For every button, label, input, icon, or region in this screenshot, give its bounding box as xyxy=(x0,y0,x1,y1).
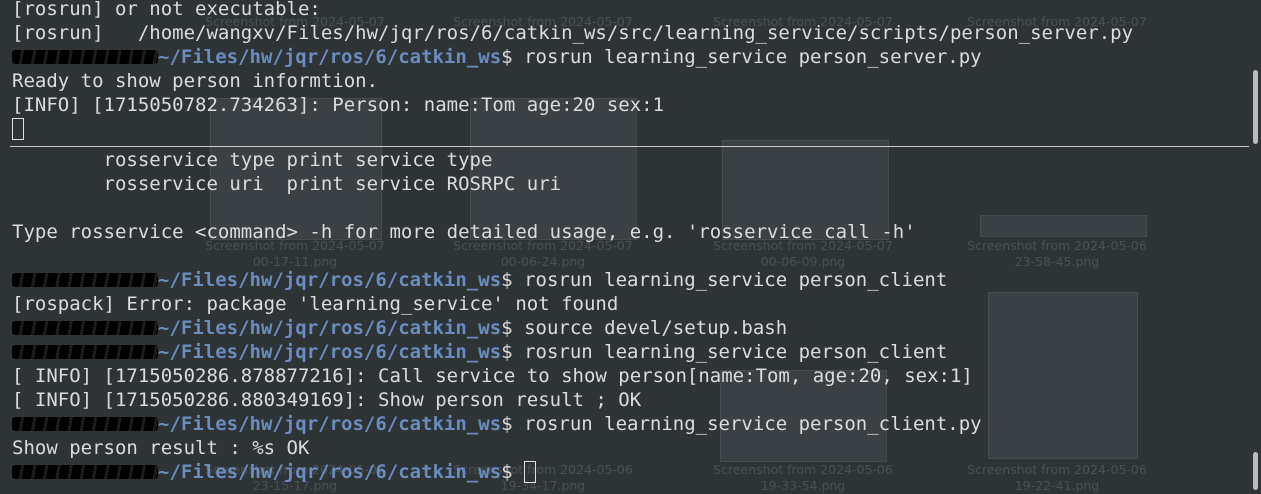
command-text: rosrun learning_service person_client xyxy=(524,341,948,363)
command-text: rosrun learning_service person_client.py xyxy=(524,413,982,435)
terminal-pane-bottom[interactable]: rosservice type print service type rosse… xyxy=(0,148,1249,493)
terminal-line: rosservice uri print service ROSRPC uri xyxy=(12,173,562,195)
text-cursor xyxy=(12,118,24,140)
redacted-username xyxy=(12,321,158,335)
terminal-line: [rosrun] /home/wangxv/Files/hw/jqr/ros/6… xyxy=(12,22,1134,44)
redacted-username xyxy=(12,465,158,479)
terminal-line: ~/Files/hw/jqr/ros/6/catkin_ws$ rosrun l… xyxy=(12,412,982,436)
terminal-line: Show person result : %s OK xyxy=(12,437,310,459)
terminal-line: [rospack] Error: package 'learning_servi… xyxy=(12,293,619,315)
terminal-line: [INFO] [1715050782.734263]: Person: name… xyxy=(12,94,665,116)
redacted-username xyxy=(12,417,158,431)
redacted-username xyxy=(12,50,158,64)
terminal-line: ~/Files/hw/jqr/ros/6/catkin_ws$ rosrun l… xyxy=(12,340,982,364)
terminal-line: Type rosservice <command> -h for more de… xyxy=(12,221,916,243)
prompt-symbol: $ xyxy=(501,269,525,291)
scrollbar-bottom-pane[interactable] xyxy=(1253,452,1258,490)
terminal-line: ~/Files/hw/jqr/ros/6/catkin_ws$ source d… xyxy=(12,316,982,340)
prompt-path: ~/Files/hw/jqr/ros/6/catkin_ws xyxy=(158,413,502,435)
terminal-line xyxy=(12,117,1133,141)
prompt-path: ~/Files/hw/jqr/ros/6/catkin_ws xyxy=(158,317,502,339)
prompt-symbol: $ xyxy=(501,46,525,68)
scrollbar-top-pane[interactable] xyxy=(1253,70,1258,144)
terminal-pane-top[interactable]: [rosrun] or not executable: [rosrun] /hom… xyxy=(0,0,1249,146)
prompt-path: ~/Files/hw/jqr/ros/6/catkin_ws xyxy=(158,269,502,291)
terminal-line: [rosrun] or not executable: xyxy=(12,0,321,20)
prompt-symbol: $ xyxy=(501,461,525,483)
terminal-line: Ready to show person informtion. xyxy=(12,70,379,92)
text-cursor xyxy=(524,461,537,483)
prompt-symbol: $ xyxy=(501,341,525,363)
prompt-symbol: $ xyxy=(501,317,525,339)
command-text: source devel/setup.bash xyxy=(524,317,788,339)
prompt-symbol: $ xyxy=(501,413,525,435)
command-text: rosrun learning_service person_server.py xyxy=(524,46,982,68)
terminal-output: [rosrun] or not executable: [rosrun] /hom… xyxy=(12,0,1133,141)
command-text: rosrun learning_service person_client xyxy=(524,269,948,291)
prompt-path: ~/Files/hw/jqr/ros/6/catkin_ws xyxy=(158,341,502,363)
terminal-output: rosservice type print service type rosse… xyxy=(12,148,982,484)
prompt-path: ~/Files/hw/jqr/ros/6/catkin_ws xyxy=(158,461,502,483)
terminal-line: ~/Files/hw/jqr/ros/6/catkin_ws$ rosrun l… xyxy=(12,45,1133,69)
terminal-line: ~/Files/hw/jqr/ros/6/catkin_ws$ xyxy=(12,460,982,484)
terminal-line: rosservice type print service type xyxy=(12,149,493,171)
prompt-path: ~/Files/hw/jqr/ros/6/catkin_ws xyxy=(158,46,502,68)
terminal-line: ~/Files/hw/jqr/ros/6/catkin_ws$ rosrun l… xyxy=(12,268,982,292)
pane-divider[interactable] xyxy=(10,146,1249,147)
terminal-line: [ INFO] [1715050286.880349169]: Show per… xyxy=(12,389,642,411)
terminal-line: [ INFO] [1715050286.878877216]: Call ser… xyxy=(12,365,973,387)
redacted-username xyxy=(12,273,158,287)
redacted-username xyxy=(12,345,158,359)
